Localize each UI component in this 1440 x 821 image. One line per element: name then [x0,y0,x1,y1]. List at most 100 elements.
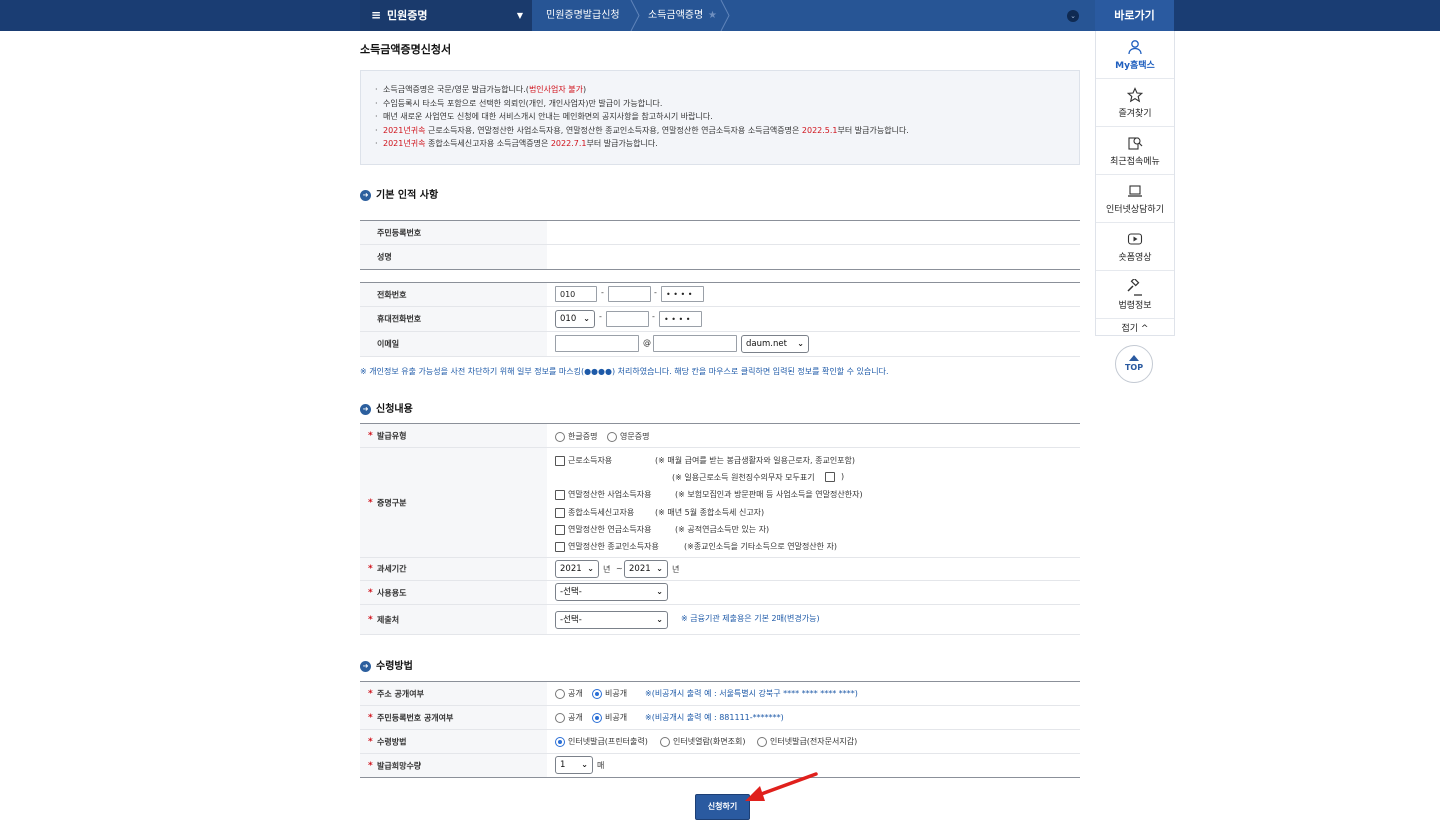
checkbox-religious[interactable] [555,542,565,552]
person-icon [1096,39,1174,55]
submit-to-select[interactable]: -선택- ⌄ [555,611,668,629]
quick-item-law[interactable]: 법령정보 [1096,271,1174,319]
breadcrumb-separator-icon [720,0,730,31]
rrn-disclosure-label: 주민등록번호 공개여부 [377,713,454,722]
table-row: * 발급희망수량 1 ⌄ 매 [360,754,1080,778]
quick-item-myhometax[interactable]: My홈택스 [1096,31,1174,79]
arrow-right-icon: ➜ [360,660,371,672]
quantity-select[interactable]: 1 ⌄ [555,756,593,774]
arrow-up-icon [1129,355,1139,361]
search-document-icon [1096,135,1174,151]
quick-item-shorts[interactable]: 숏폼영상 [1096,223,1174,271]
checkbox-pension[interactable] [555,525,565,535]
checkbox-earned[interactable] [555,456,565,466]
addr-note: ※(비공개시 출력 예 : 서울특별시 강북구 **** **** **** *… [645,689,858,698]
chevron-down-icon: ⌄ [656,615,663,624]
mobile-field-3[interactable]: • • • • [659,311,702,327]
table-row: 휴대전화번호 010 ⌄ - - • • • • [360,307,1080,332]
quick-item-label: 즐겨찾기 [1118,109,1152,119]
section-title-request: ➜ 신청내용 [360,400,413,415]
table-row: * 제출처 -선택- ⌄ ※ 금융기관 제출용은 기본 2매(변경가능) [360,605,1080,635]
year-to-select[interactable]: 2021 ⌄ [624,560,668,578]
laptop-icon [1096,183,1174,199]
main-menu-dropdown[interactable]: ≡ 민원증명 ▼ [360,0,532,31]
chevron-down-icon: ⌄ [587,564,594,573]
star-icon[interactable]: ★ [708,0,717,31]
radio-recv-view[interactable] [660,737,670,747]
notice-item: 수임등록시 타소득 포함으로 선택한 의뢰인(개인, 개인사업자)만 발급이 가… [375,97,1079,111]
rrn-note: ※(비공개시 출력 예 : 881111-*******) [645,713,784,722]
year-from-select[interactable]: 2021 ⌄ [555,560,599,578]
chevron-down-icon[interactable]: ⌄ [1067,10,1079,22]
email-domain-select[interactable]: daum.net ⌄ [741,335,809,353]
notice-item: 매년 새로운 사업연도 신청에 대한 서비스개시 안내는 메인화면의 공지사항을… [375,110,1079,124]
mobile-prefix-select[interactable]: 010 ⌄ [555,310,595,328]
name-label: 성명 [377,252,392,262]
cert-type-label: 증명구분 [377,498,407,507]
checkbox-business[interactable] [555,490,565,500]
quick-item-label: My홈택스 [1115,61,1155,71]
addr-disclosure-label: 주소 공개여부 [377,689,424,698]
radio-english[interactable] [607,432,617,442]
mobile-field-2[interactable] [606,311,649,327]
usage-select[interactable]: -선택- ⌄ [555,583,668,601]
divider [360,269,1080,270]
notice-box: 소득금액증명은 국문/영문 발급가능합니다.(법인사업자 불가) 수임등록시 타… [360,70,1080,165]
privacy-note: ※ 개인정보 유출 가능성을 사전 차단하기 위해 일부 정보를 마스킹(●●●… [360,367,889,376]
table-row: * 사용용도 -선택- ⌄ [360,581,1080,605]
arrow-right-icon: ➜ [360,403,371,415]
phone-field-2[interactable] [608,286,651,302]
table-row: * 증명구분 근로소득자용 (※ 매월 급여를 받는 봉급생활자와 일용근로자, … [360,448,1080,558]
quick-item-label: 인터넷상담하기 [1106,205,1164,215]
quick-item-favorites[interactable]: 즐겨찾기 [1096,79,1174,127]
quick-item-label: 숏폼영상 [1118,253,1152,263]
quick-item-recent[interactable]: 최근접속메뉴 [1096,127,1174,175]
breadcrumb-item-income[interactable]: 소득금액증명 [648,0,703,31]
caret-down-icon: ▼ [516,11,523,20]
radio-recv-wallet[interactable] [757,737,767,747]
tax-period-label: 과세기간 [377,564,407,574]
email-local-field[interactable] [555,335,639,352]
gavel-icon [1096,277,1174,296]
scroll-top-button[interactable]: TOP [1115,345,1153,383]
phone-field-3[interactable]: • • • • [661,286,704,302]
page-title: 소득금액증명신청서 [360,43,452,56]
quick-item-consult[interactable]: 인터넷상담하기 [1096,175,1174,223]
radio-addr-public[interactable] [555,689,565,699]
table-row: * 수령방법 인터넷발급(프린터출력) 인터넷열람(화면조회) 인터넷발급(전자문… [360,730,1080,754]
checkbox-daily-worker[interactable] [825,472,835,482]
star-outline-icon [1096,87,1174,103]
main-menu-label: 민원증명 [387,9,428,22]
breadcrumb-item-apply[interactable]: 민원증명발급신청 [546,0,620,31]
section-title-receive: ➜ 수령방법 [360,657,413,672]
mobile-label: 휴대전화번호 [377,314,422,324]
radio-recv-print[interactable] [555,737,565,747]
table-row: 이메일 @ daum.net ⌄ [360,332,1080,357]
notice-item: 2021년귀속 근로소득자용, 연말정산한 사업소득자용, 연말정산한 종교인소… [375,124,1079,138]
notice-item: 2021년귀속 종합소득세신고자용 소득금액증명은 2022.7.1부터 발급가… [375,137,1079,151]
top-label: TOP [1124,363,1144,372]
table-row: * 주소 공개여부 공개 비공개 ※(비공개시 출력 예 : 서울특별시 강북구 … [360,682,1080,706]
play-icon [1096,231,1174,247]
table-row: * 주민등록번호 공개여부 공개 비공개 ※(비공개시 출력 예 : 881111… [360,706,1080,730]
radio-addr-private[interactable] [592,689,602,699]
email-domain-field[interactable] [653,335,737,352]
chevron-down-icon: ⌄ [656,564,663,573]
quantity-label: 발급희망수량 [377,761,422,770]
radio-rrn-private[interactable] [592,713,602,723]
notice-item: 소득금액증명은 국문/영문 발급가능합니다.(법인사업자 불가) [375,83,1079,97]
quick-menu-fold-button[interactable]: 접기 ^ [1096,319,1174,339]
radio-korean[interactable] [555,432,565,442]
chevron-down-icon: ⌄ [797,339,804,348]
table-row: 성명 [360,245,1080,270]
table-row: * 발급유형 한글증명 영문증명 [360,424,1080,448]
red-arrow-icon [745,772,818,801]
checkbox-global[interactable] [555,508,565,518]
table-row: 전화번호 010 - - • • • • [360,283,1080,307]
radio-rrn-public[interactable] [555,713,565,723]
submit-to-note: ※ 금융기관 제출용은 기본 2매(변경가능) [681,614,820,623]
phone-field-1[interactable]: 010 [555,286,597,302]
receive-method-label: 수령방법 [377,737,407,746]
chevron-down-icon: ⌄ [656,587,663,596]
quick-menu-title: 바로가기 [1095,0,1174,31]
